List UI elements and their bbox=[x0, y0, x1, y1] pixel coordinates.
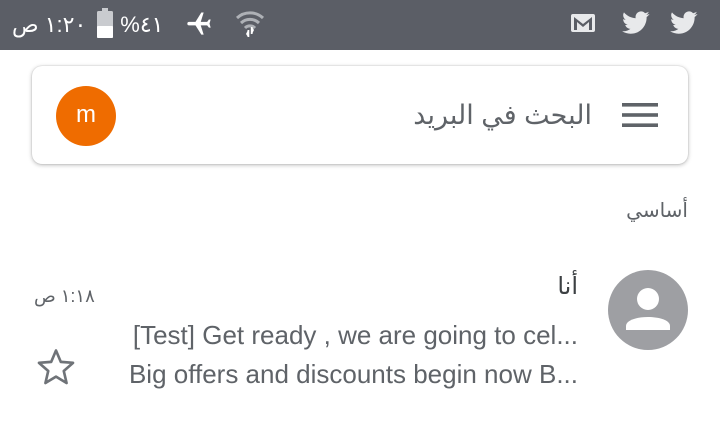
status-time: ١:٢٠ ص bbox=[12, 12, 87, 37]
search-bar[interactable]: m البحث في البريد bbox=[32, 66, 688, 164]
search-input[interactable]: البحث في البريد bbox=[413, 66, 592, 164]
email-sender: أنا bbox=[557, 273, 578, 300]
status-bar-right bbox=[570, 0, 698, 50]
section-label: أساسي bbox=[626, 200, 688, 222]
account-avatar[interactable]: m bbox=[56, 86, 116, 146]
battery-percent: %٤١ bbox=[120, 12, 164, 37]
battery-icon bbox=[96, 7, 114, 43]
wifi-icon bbox=[235, 8, 265, 43]
twitter-icon bbox=[670, 10, 698, 40]
status-bar-left: ١:٢٠ ص %٤١ bbox=[12, 0, 265, 50]
twitter-icon bbox=[622, 10, 650, 40]
star-icon[interactable] bbox=[36, 348, 76, 391]
account-avatar-letter: m bbox=[76, 101, 96, 128]
email-snippet: Big offers and discounts begin now B... bbox=[128, 359, 578, 389]
gmail-icon bbox=[570, 13, 596, 38]
email-list-item[interactable]: أنا ١:١٨ ص [Test] Get ready , we are goi… bbox=[0, 258, 720, 398]
airplane-icon bbox=[185, 9, 213, 42]
menu-icon[interactable] bbox=[622, 103, 658, 132]
email-subject: [Test] Get ready , we are going to cel..… bbox=[132, 320, 578, 350]
sender-avatar-icon bbox=[608, 270, 688, 350]
email-time: ١:١٨ ص bbox=[34, 286, 95, 306]
status-bar: ١:٢٠ ص %٤١ bbox=[0, 0, 720, 50]
